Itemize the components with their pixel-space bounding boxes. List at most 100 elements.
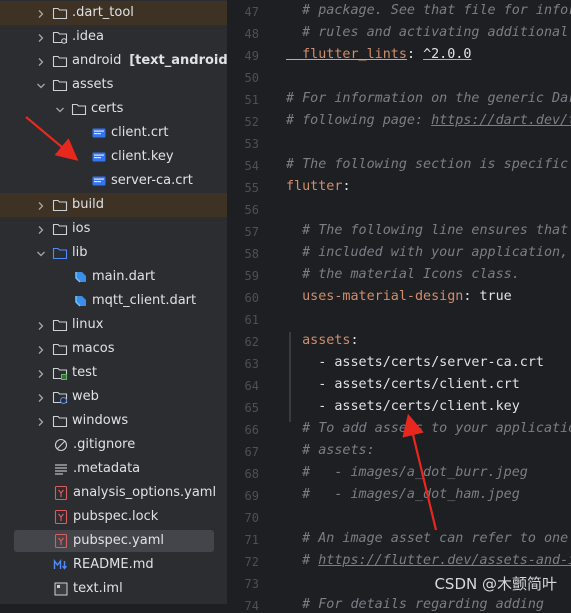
line-number: 68 <box>244 467 259 481</box>
tree-item-mqtt-client-dart[interactable]: mqtt_client.dart <box>0 289 227 313</box>
tree-item-server-ca-crt[interactable]: server-ca.crt <box>0 169 227 193</box>
tree-item-label: .dart_tool <box>72 5 134 20</box>
tree-item-main-dart[interactable]: main.dart <box>0 265 227 289</box>
code-line[interactable]: - assets/certs/client.key <box>286 399 520 414</box>
chevron-right-icon[interactable] <box>36 224 46 234</box>
chevron-right-icon[interactable] <box>36 320 46 330</box>
chevron-right-icon[interactable] <box>36 56 46 66</box>
indent-guide <box>289 332 291 422</box>
tree-item-windows[interactable]: windows <box>0 409 227 433</box>
code-line[interactable]: # To add assets to your applicatio <box>286 421 571 436</box>
code-line[interactable]: # rules and activating additional <box>286 25 568 40</box>
code-line[interactable]: # included with your application, <box>286 245 568 260</box>
cert-icon <box>91 125 107 141</box>
tree-item-pubspec-yaml[interactable]: pubspec.yaml <box>0 529 227 553</box>
code-token: : <box>350 333 359 348</box>
chevron-right-icon[interactable] <box>36 8 46 18</box>
code-line[interactable]: # The following line ensures that <box>286 223 568 238</box>
tree-item-client-crt[interactable]: client.crt <box>0 121 227 145</box>
line-number: 55 <box>244 181 259 195</box>
tree-item-analysis-options-yaml[interactable]: analysis_options.yaml <box>0 481 227 505</box>
code-line[interactable]: # package. See that file for infor <box>286 3 571 18</box>
line-number: 63 <box>244 357 259 371</box>
dart-icon <box>72 269 88 285</box>
tree-item-pubspec-lock[interactable]: pubspec.lock <box>0 505 227 529</box>
code-token: # the material Icons class. <box>286 267 520 282</box>
line-number: 61 <box>244 313 259 327</box>
folder-icon <box>52 197 68 213</box>
code-line[interactable]: - assets/certs/client.crt <box>286 377 520 392</box>
code-token: # included with your application, <box>286 245 569 260</box>
line-number: 64 <box>244 379 259 393</box>
line-number: 67 <box>244 445 259 459</box>
code-line[interactable]: # For information on the generic Dar <box>286 91 571 106</box>
tree-item-label: pubspec.yaml <box>73 533 164 548</box>
chevron-right-icon[interactable] <box>36 416 46 426</box>
code-token: # To add assets to your applicatio <box>286 421 571 436</box>
yaml-icon <box>53 533 69 549</box>
code-token: # <box>286 553 319 568</box>
tree-item-certs[interactable]: certs <box>0 97 227 121</box>
line-number: 54 <box>244 159 259 173</box>
tree-item-web[interactable]: web <box>0 385 227 409</box>
tree-item-label: build <box>72 197 104 212</box>
tree-item-label: pubspec.lock <box>73 509 159 524</box>
chevron-right-icon[interactable] <box>36 392 46 402</box>
chevron-right-icon[interactable] <box>36 32 46 42</box>
code-line[interactable]: # following page: https://dart.dev/t <box>286 113 571 128</box>
code-token: - assets/certs/client.crt <box>286 377 520 392</box>
chevron-right-icon[interactable] <box>36 344 46 354</box>
code-line[interactable]: # - images/a_dot_burr.jpeg <box>286 465 528 480</box>
code-token: # For information on the generic Dar <box>286 91 571 106</box>
code-token: # An image asset can refer to one <box>286 531 569 546</box>
tree-item-label: android <box>72 53 122 68</box>
tree-item-gitignore[interactable]: .gitignore <box>0 433 227 457</box>
text-lines-icon <box>53 461 69 477</box>
folder-config-icon <box>52 29 68 45</box>
tree-item-metadata[interactable]: .metadata <box>0 457 227 481</box>
chevron-right-icon[interactable] <box>36 200 46 210</box>
line-number: 71 <box>244 533 259 547</box>
watermark: CSDN @木颤简叶 <box>434 575 557 593</box>
tree-item-dart-tool[interactable]: .dart_tool <box>0 1 227 25</box>
chevron-down-icon[interactable] <box>36 248 46 258</box>
code-line[interactable]: # - images/a_dot_ham.jpeg <box>286 487 520 502</box>
tree-item-android[interactable]: android [text_android] <box>0 49 227 73</box>
code-line[interactable]: assets: <box>286 333 359 348</box>
dart-icon <box>72 293 88 309</box>
chevron-down-icon[interactable] <box>55 104 65 114</box>
tree-item-label: text.iml <box>73 581 123 596</box>
folder-icon <box>52 53 68 69</box>
code-line[interactable]: # the material Icons class. <box>286 267 520 282</box>
code-line[interactable]: flutter: <box>286 179 351 194</box>
folder-icon <box>52 317 68 333</box>
cert-icon <box>91 149 107 165</box>
chevron-down-icon[interactable] <box>36 80 46 90</box>
tree-item-text-iml[interactable]: text.iml <box>0 577 227 601</box>
tree-item-lib[interactable]: lib <box>0 241 227 265</box>
tree-item-build[interactable]: build <box>0 193 227 217</box>
tree-item-readme-md[interactable]: README.md <box>0 553 227 577</box>
code-line[interactable]: - assets/certs/server-ca.crt <box>286 355 544 370</box>
tree-item-test[interactable]: test <box>0 361 227 385</box>
code-line[interactable]: flutter_lints: ^2.0.0 <box>286 47 471 62</box>
code-line[interactable]: # https://flutter.dev/assets-and-i <box>286 553 571 568</box>
code-line[interactable]: # The following section is specific <box>286 157 568 172</box>
code-line[interactable]: # For details regarding adding <box>286 597 544 612</box>
code-line[interactable]: # assets: <box>286 443 375 458</box>
tree-item-client-key[interactable]: client.key <box>0 145 227 169</box>
chevron-right-icon[interactable] <box>36 368 46 378</box>
code-line[interactable]: # An image asset can refer to one <box>286 531 568 546</box>
line-number: 50 <box>244 71 259 85</box>
tree-item-macos[interactable]: macos <box>0 337 227 361</box>
code-line[interactable]: uses-material-design: true <box>286 289 512 304</box>
tree-item-ios[interactable]: ios <box>0 217 227 241</box>
tree-item-label: client.crt <box>111 125 169 140</box>
tree-item-linux[interactable]: linux <box>0 313 227 337</box>
tree-item-label: linux <box>72 317 104 332</box>
code-editor[interactable]: 47 48 49 50 51 52 53 54 55 56 57 58 59 60 61 62 63 64 65 66… <box>227 0 571 613</box>
tree-item-idea[interactable]: .idea <box>0 25 227 49</box>
code-token: flutter_lints <box>286 47 407 62</box>
tree-item-label: .gitignore <box>73 437 136 452</box>
tree-item-assets[interactable]: assets <box>0 73 227 97</box>
